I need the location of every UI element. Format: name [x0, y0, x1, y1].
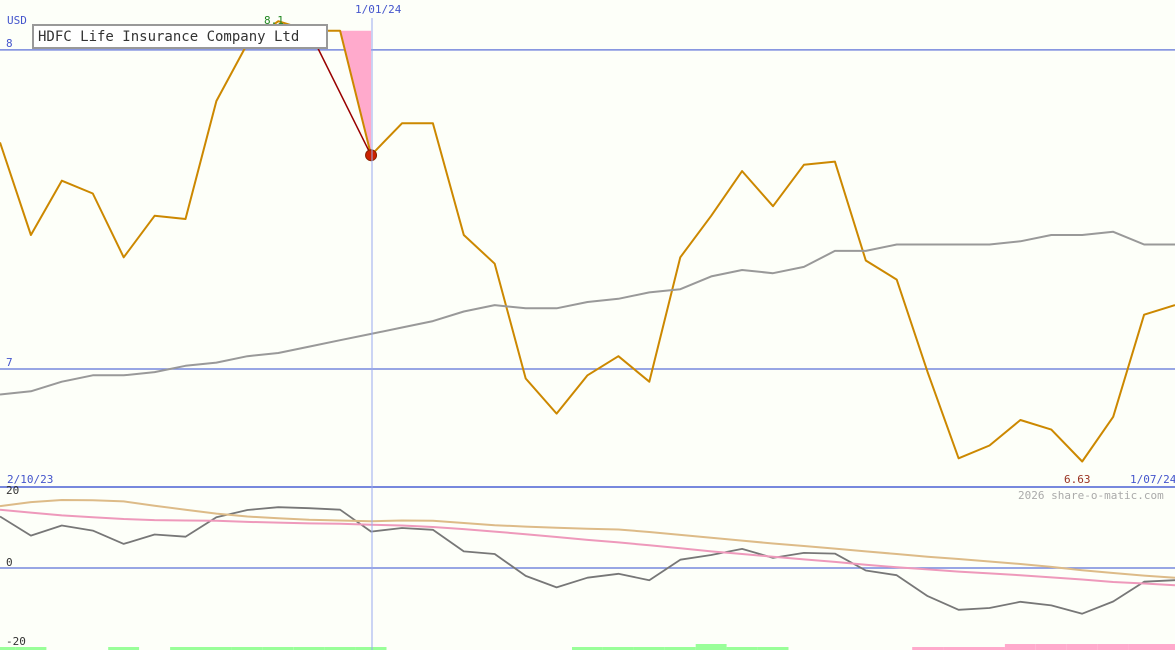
osc-bar: [1066, 644, 1098, 650]
title-box: HDFC Life Insurance Company Ltd: [32, 24, 328, 49]
main-chart-series: [0, 20, 1175, 463]
signal_pink-line: [0, 508, 1175, 587]
currency-label: USD: [7, 14, 27, 27]
osc-bar: [1097, 644, 1129, 650]
signal_tan-line: [0, 499, 1175, 579]
osc-bar: [695, 644, 727, 650]
y-tick-label-7: 7: [6, 356, 13, 369]
price-chart: 78 USD 8.1 1/01/24 HDFC Life Insurance C…: [0, 3, 1175, 650]
y-tick-label-8: 8: [6, 37, 13, 50]
main-chart-gridlines: 78: [0, 37, 1175, 370]
osc-y-tick-label-minus20: -20: [6, 635, 26, 648]
oscillator-series: [0, 499, 1175, 615]
marker-end-point: [365, 149, 378, 162]
osc-bar: [1128, 644, 1160, 650]
osc-bar: [1035, 644, 1067, 650]
osc-y-tick-label-20: 20: [6, 484, 19, 497]
moving_average-line: [0, 230, 1175, 396]
momentum-line: [0, 506, 1175, 615]
marker-date-label: 1/01/24: [355, 3, 402, 16]
price-line: [0, 20, 1175, 463]
oscillator-bars: [0, 644, 1175, 650]
chart-title: HDFC Life Insurance Company Ltd: [38, 29, 299, 45]
osc-bar: [1004, 644, 1036, 650]
osc-y-tick-label-0: 0: [6, 556, 13, 569]
y-min-label: 6.63: [1064, 473, 1091, 486]
osc-bar: [1159, 644, 1175, 650]
watermark: 2026 share-o-matic.com: [1018, 489, 1164, 502]
end-date-label: 1/07/24: [1130, 473, 1175, 486]
